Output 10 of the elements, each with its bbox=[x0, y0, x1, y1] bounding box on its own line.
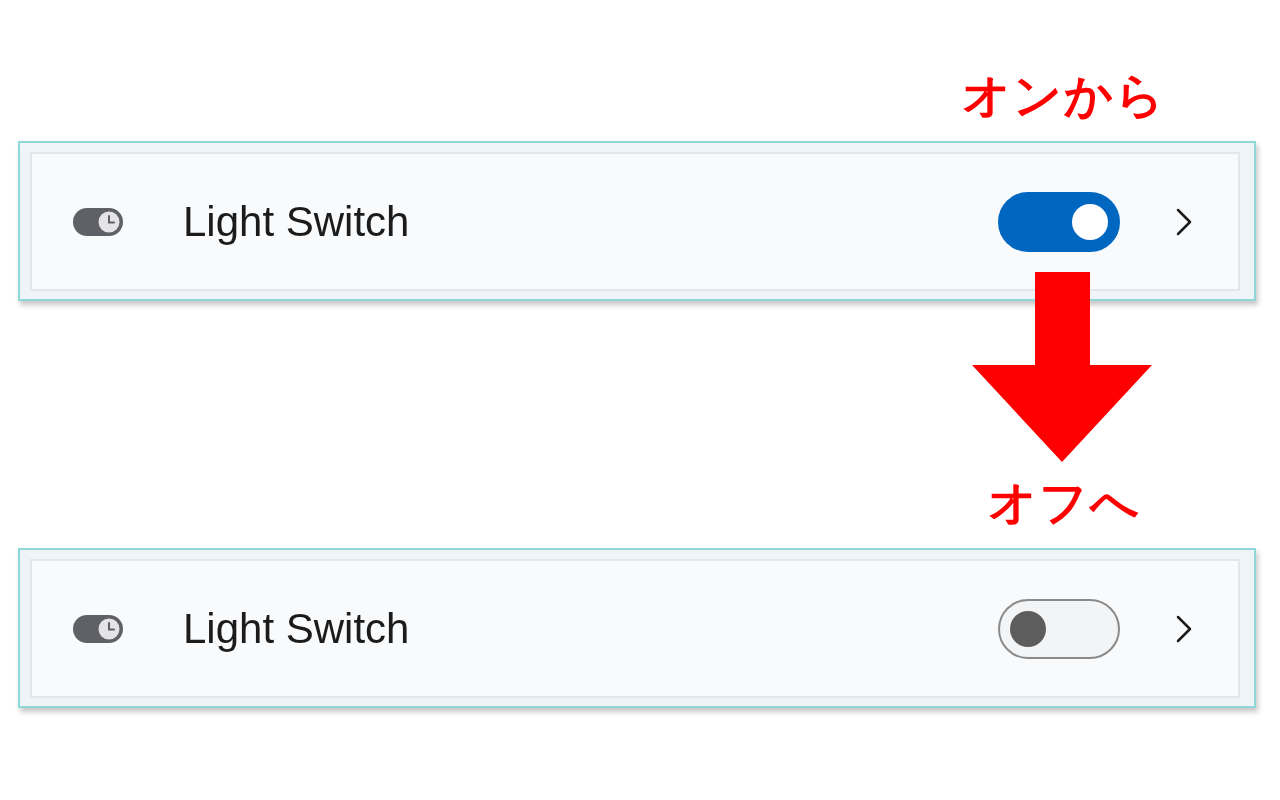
setting-label: Light Switch bbox=[183, 197, 411, 246]
chevron-right-icon bbox=[1175, 614, 1193, 643]
annotation-caption: オフへ bbox=[987, 474, 1141, 530]
chevron-right-icon bbox=[1175, 207, 1193, 236]
toggle-clock-icon bbox=[73, 207, 123, 236]
setting-label: Light Switch bbox=[183, 604, 411, 653]
toggle-clock-icon bbox=[73, 614, 123, 643]
setting-row[interactable]: Light Switch bbox=[30, 559, 1240, 698]
annotation-caption: オンから bbox=[962, 67, 1166, 123]
setting-row[interactable]: Light Switch bbox=[30, 152, 1240, 291]
